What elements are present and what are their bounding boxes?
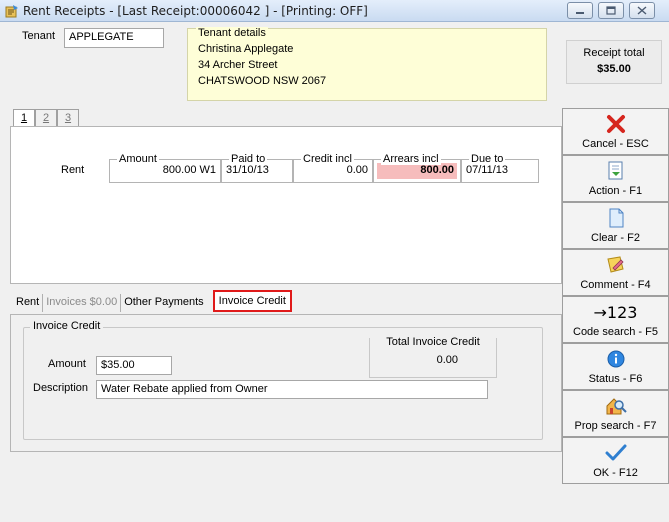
receipt-number-tabs: 1 2 3 xyxy=(13,109,79,127)
prop-search-label: Prop search - F7 xyxy=(574,420,657,432)
rent-panel: Rent 800.00 W1 Amount 31/10/13 Paid to 0… xyxy=(10,126,562,284)
invoice-credit-panel: Invoice Credit Amount $35.00 Description… xyxy=(10,314,562,452)
description-label: Description xyxy=(33,382,89,394)
cancel-button[interactable]: Cancel - ESC xyxy=(562,108,669,155)
code-search-button[interactable]: →123 Code search - F5 xyxy=(562,296,669,343)
app-icon xyxy=(5,4,19,18)
cancel-label: Cancel - ESC xyxy=(582,138,649,150)
invoice-credit-amount-input[interactable]: $35.00 xyxy=(96,356,172,375)
code-search-label: Code search - F5 xyxy=(573,326,658,338)
arrow-123-icon: →123 xyxy=(593,302,638,322)
clear-button[interactable]: Clear - F2 xyxy=(562,202,669,249)
payment-type-tabs: Rent Invoices $0.00 Other Payments Invoi… xyxy=(13,290,292,312)
tab-rent[interactable]: Rent xyxy=(13,294,44,312)
close-icon xyxy=(637,6,647,15)
tab-other-payments[interactable]: Other Payments xyxy=(121,294,206,312)
ok-label: OK - F12 xyxy=(593,467,638,479)
receipt-total-label: Receipt total xyxy=(583,47,645,59)
prop-search-button[interactable]: Prop search - F7 xyxy=(562,390,669,437)
action-label: Action - F1 xyxy=(588,185,643,197)
maximize-button[interactable] xyxy=(598,2,624,19)
clear-label: Clear - F2 xyxy=(591,232,640,244)
document-green-arrow-icon xyxy=(608,161,622,180)
info-icon xyxy=(607,350,624,368)
tenant-input[interactable]: APPLEGATE xyxy=(64,28,164,48)
note-pencil-icon xyxy=(606,256,624,273)
title-bar: Rent Receipts - [Last Receipt:00006042 ]… xyxy=(0,0,669,22)
checkmark-icon xyxy=(605,444,626,461)
comment-label: Comment - F4 xyxy=(580,279,651,291)
amount-label: Amount xyxy=(48,358,86,370)
arrears-incl-value: 800.00 xyxy=(377,163,457,179)
invoice-credit-group: Invoice Credit Amount $35.00 Description… xyxy=(23,320,543,440)
credit-incl-header: Credit incl xyxy=(301,153,354,165)
receipt-total-box: Receipt total $35.00 xyxy=(566,40,662,84)
tab-2[interactable]: 2 xyxy=(35,109,57,127)
total-invoice-credit-label: Total Invoice Credit xyxy=(370,336,496,348)
status-label: Status - F6 xyxy=(588,373,643,385)
tenant-name: Christina Applegate xyxy=(198,43,294,55)
window-title: Rent Receipts - [Last Receipt:00006042 ]… xyxy=(23,4,368,18)
due-to-header: Due to xyxy=(469,153,506,165)
invoice-credit-legend: Invoice Credit xyxy=(30,320,104,332)
tab-invoice-credit[interactable]: Invoice Credit xyxy=(212,290,292,312)
close-window-button[interactable] xyxy=(629,2,655,19)
total-invoice-credit-value: 0.00 xyxy=(436,354,458,366)
rent-row-label: Rent xyxy=(61,164,85,176)
tab-1[interactable]: 1 xyxy=(13,109,35,127)
amount-header: Amount xyxy=(117,153,159,165)
total-invoice-credit-box: Total Invoice Credit 0.00 xyxy=(369,336,497,378)
minimize-button[interactable] xyxy=(567,2,593,19)
maximize-icon xyxy=(606,6,616,15)
red-x-icon xyxy=(606,115,625,133)
blank-page-icon xyxy=(609,208,623,228)
tenant-street: 34 Archer Street xyxy=(198,59,278,71)
paid-to-header: Paid to xyxy=(229,153,268,165)
receipt-total-value: $35.00 xyxy=(597,63,631,75)
action-button[interactable]: Action - F1 xyxy=(562,155,669,202)
status-button[interactable]: Status - F6 xyxy=(562,343,669,390)
window-client-area: Tenant APPLEGATE Tenant details Christin… xyxy=(0,22,669,522)
tab-invoices[interactable]: Invoices $0.00 xyxy=(43,294,122,312)
minimize-icon xyxy=(576,11,584,14)
house-magnifier-icon xyxy=(606,398,627,415)
tenant-label: Tenant xyxy=(22,30,56,42)
tab-3[interactable]: 3 xyxy=(57,109,79,127)
arrears-incl-header: Arrears incl xyxy=(381,153,441,165)
tenant-details-legend: Tenant details xyxy=(196,27,268,39)
tenant-details-box: Tenant details Christina Applegate 34 Ar… xyxy=(187,27,547,101)
invoice-credit-description-input[interactable]: Water Rebate applied from Owner xyxy=(96,380,488,399)
comment-button[interactable]: Comment - F4 xyxy=(562,249,669,296)
ok-button[interactable]: OK - F12 xyxy=(562,437,669,484)
tenant-suburb: CHATSWOOD NSW 2067 xyxy=(198,75,327,87)
